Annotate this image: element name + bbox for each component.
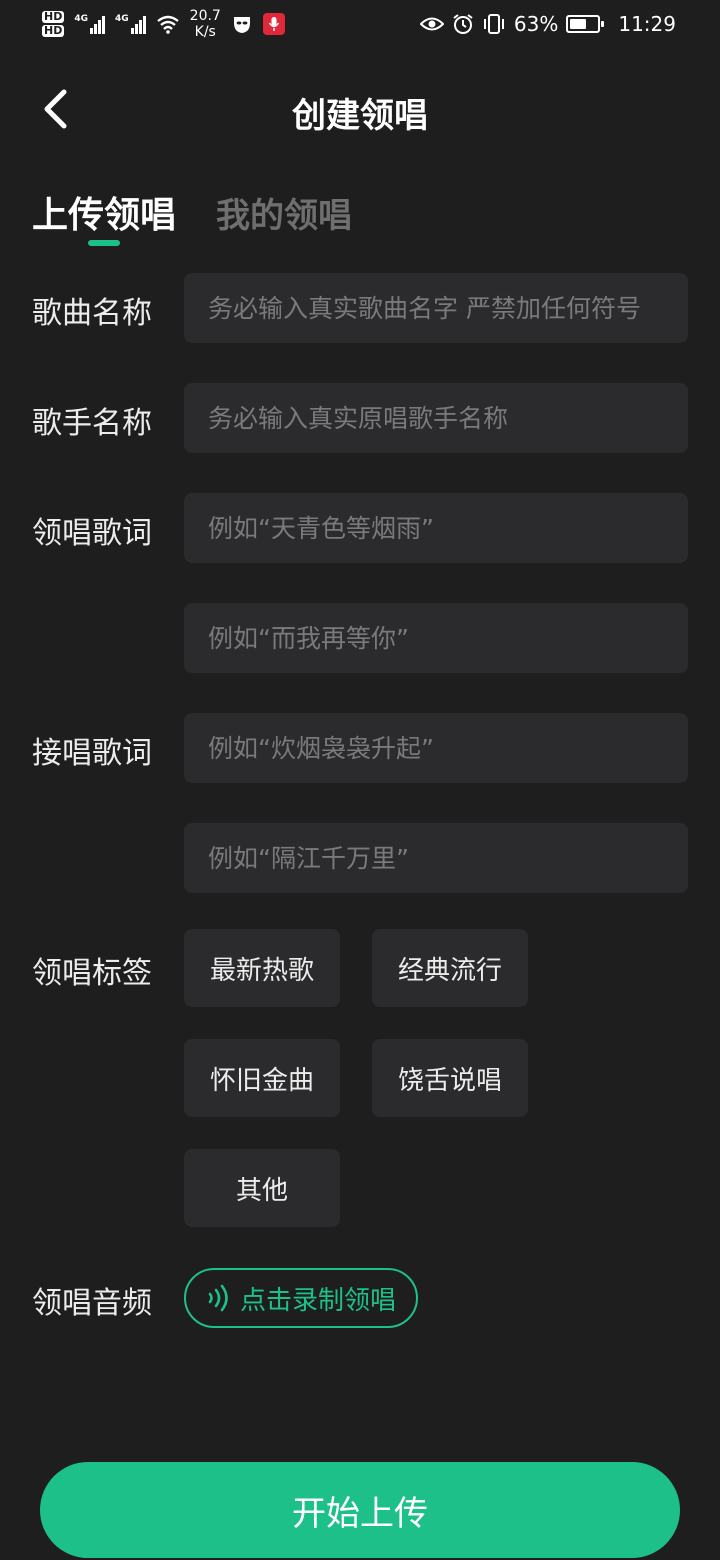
record-lead-label: 点击录制领唱 [239, 1285, 396, 1316]
mic-icon [262, 13, 285, 35]
wifi-icon [156, 15, 179, 34]
tag-classic-pop[interactable]: 经典流行 [372, 929, 528, 1007]
net-speed: 20.7 K/s [190, 8, 221, 40]
tag-other[interactable]: 其他 [184, 1149, 340, 1227]
hd-badge-2: HD [42, 24, 65, 37]
lead-lyrics-input-1[interactable] [184, 493, 688, 563]
status-right: 63% 11:29 [419, 12, 676, 36]
lead-lyrics-label: 领唱歌词 [32, 516, 152, 551]
tag-oldies[interactable]: 怀旧金曲 [184, 1039, 340, 1117]
start-upload-button[interactable]: 开始上传 [40, 1462, 680, 1558]
vibrate-icon [483, 14, 504, 34]
sound-wave-icon [208, 1284, 228, 1312]
tab-bar: 上传领唱 我的领唱 [32, 186, 352, 246]
song-name-input[interactable] [184, 273, 688, 343]
hd-badge-1: HD [42, 10, 65, 23]
tag-rap[interactable]: 饶舌说唱 [372, 1039, 528, 1117]
status-bar: HD HD 4G 4G 20.7 K/s 63% 11:29 [0, 0, 720, 52]
record-lead-button[interactable]: 点击录制领唱 [184, 1268, 418, 1328]
signal-1-icon: 4G [74, 14, 105, 34]
singer-name-label: 歌手名称 [32, 406, 152, 441]
follow-lyrics-input-1[interactable] [184, 713, 688, 783]
net-speed-value: 20.7 [189, 8, 221, 24]
battery-fill [570, 19, 587, 29]
signal-1-label: 4G [74, 14, 88, 24]
net-speed-unit: K/s [194, 24, 216, 40]
battery-percent: 63% [513, 12, 559, 36]
mask-icon [233, 17, 250, 33]
tab-active-indicator [88, 240, 120, 246]
header: 创建领唱 [0, 70, 720, 150]
eye-icon [419, 17, 444, 31]
follow-lyrics-label: 接唱歌词 [32, 736, 152, 771]
hd-indicators: HD HD [42, 10, 65, 37]
audio-label: 领唱音频 [32, 1286, 152, 1321]
lead-lyrics-input-2[interactable] [184, 603, 688, 673]
page-title: 创建领唱 [292, 96, 428, 136]
signal-2-label: 4G [115, 14, 129, 24]
tab-my-lead[interactable]: 我的领唱 [216, 186, 352, 238]
tag-latest-hits[interactable]: 最新热歌 [184, 929, 340, 1007]
clock-time: 11:29 [618, 12, 676, 36]
song-name-label: 歌曲名称 [32, 296, 152, 331]
follow-lyrics-input-2[interactable] [184, 823, 688, 893]
alarm-icon [453, 14, 473, 34]
battery-icon [566, 15, 605, 33]
singer-name-input[interactable] [184, 383, 688, 453]
status-left: HD HD 4G 4G 20.7 K/s [42, 8, 285, 40]
signal-2-icon: 4G [115, 14, 146, 34]
tags-label: 领唱标签 [32, 956, 152, 991]
tab-upload-lead[interactable]: 上传领唱 [32, 186, 176, 238]
